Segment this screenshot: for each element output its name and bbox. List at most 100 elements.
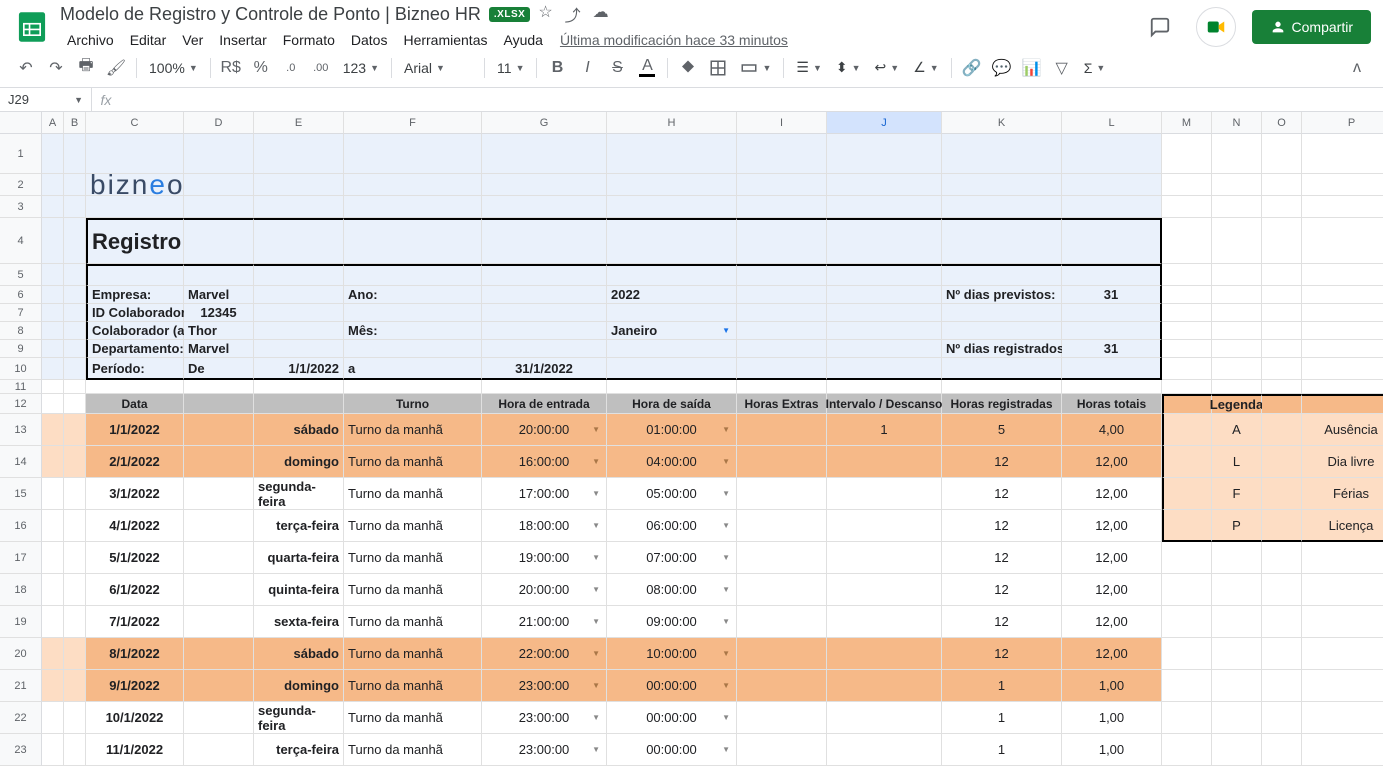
cell[interactable] [42, 196, 64, 218]
sheet-title[interactable]: Registro de horas trabalhadas [86, 218, 184, 264]
cell[interactable]: Turno da manhã [344, 446, 482, 478]
cell[interactable] [1262, 286, 1302, 304]
filter-button[interactable]: ▽ [1048, 54, 1076, 82]
share-button[interactable]: Compartir [1252, 10, 1371, 44]
cell[interactable] [42, 574, 64, 606]
cell[interactable] [42, 394, 64, 414]
cell[interactable] [737, 218, 827, 264]
undo-button[interactable]: ↶ [12, 54, 40, 82]
col-header-I[interactable]: I [737, 112, 827, 134]
cell[interactable] [1212, 134, 1262, 174]
cell[interactable] [607, 196, 737, 218]
cell[interactable] [827, 286, 942, 304]
cell[interactable] [64, 340, 86, 358]
cell[interactable]: 2/1/2022 [86, 446, 184, 478]
cell[interactable]: 31 [1062, 340, 1162, 358]
row-header-7[interactable]: 7 [0, 304, 42, 322]
dropdown-icon[interactable]: ▼ [722, 553, 730, 562]
cell[interactable]: 08:00:00▼ [607, 574, 737, 606]
cell[interactable] [42, 340, 64, 358]
cell[interactable] [827, 510, 942, 542]
cell[interactable]: Nº dias previstos: [942, 286, 1062, 304]
dropdown-icon[interactable]: ▼ [722, 489, 730, 498]
cell[interactable] [344, 196, 482, 218]
spreadsheet-grid[interactable]: ABCDEFGHIJKLMNOPQ 12bizneo34Registro de … [0, 112, 1383, 767]
cell[interactable]: 12,00 [1062, 606, 1162, 638]
row-header-11[interactable]: 11 [0, 380, 42, 394]
cell[interactable]: quarta-feira [254, 542, 344, 574]
cell[interactable] [737, 574, 827, 606]
cell[interactable] [942, 322, 1062, 340]
cell[interactable] [482, 196, 607, 218]
cell[interactable] [827, 734, 942, 766]
cell[interactable]: 6/1/2022 [86, 574, 184, 606]
cell[interactable] [942, 358, 1062, 380]
menu-datos[interactable]: Datos [344, 28, 395, 52]
cell[interactable]: Colaborador (a): [86, 322, 184, 340]
cell[interactable]: 7/1/2022 [86, 606, 184, 638]
cell[interactable]: Turno da manhã [344, 574, 482, 606]
cell[interactable]: Turno da manhã [344, 478, 482, 510]
cell[interactable] [1262, 340, 1302, 358]
cell[interactable]: 22:00:00▼ [482, 638, 607, 670]
merge-button[interactable]: ▼ [734, 55, 777, 81]
cell[interactable]: segunda-feira [254, 478, 344, 510]
cell[interactable] [86, 196, 184, 218]
dropdown-icon[interactable]: ▼ [722, 617, 730, 626]
cell[interactable] [482, 264, 607, 286]
cell[interactable]: Turno da manhã [344, 670, 482, 702]
cell[interactable] [827, 358, 942, 380]
cell[interactable]: Horas totais [1062, 394, 1162, 414]
cell[interactable] [86, 380, 184, 394]
cell[interactable] [1212, 574, 1262, 606]
cell[interactable] [64, 394, 86, 414]
cell[interactable] [1302, 286, 1383, 304]
select-all-corner[interactable] [0, 112, 42, 134]
dropdown-icon[interactable]: ▼ [722, 326, 730, 335]
cell[interactable] [737, 510, 827, 542]
cell[interactable]: 31 [1062, 286, 1162, 304]
row-header-9[interactable]: 9 [0, 340, 42, 358]
cell[interactable] [1162, 174, 1212, 196]
cell[interactable] [607, 304, 737, 322]
cell[interactable] [1262, 574, 1302, 606]
cell[interactable] [42, 734, 64, 766]
cell[interactable] [1212, 638, 1262, 670]
cell[interactable]: sábado [254, 414, 344, 446]
cell[interactable] [184, 394, 254, 414]
cell[interactable] [737, 174, 827, 196]
cell[interactable] [184, 174, 254, 196]
col-header-P[interactable]: P [1302, 112, 1383, 134]
dropdown-icon[interactable]: ▼ [592, 489, 600, 498]
cell[interactable] [737, 358, 827, 380]
cell[interactable] [827, 446, 942, 478]
cell[interactable] [737, 478, 827, 510]
cell[interactable] [64, 174, 86, 196]
cell[interactable] [184, 734, 254, 766]
bold-button[interactable]: B [543, 54, 571, 82]
cell[interactable]: 1/1/2022 [254, 358, 344, 380]
cell[interactable] [1212, 264, 1262, 286]
cell[interactable] [1162, 734, 1212, 766]
cell[interactable] [1302, 606, 1383, 638]
row-header-17[interactable]: 17 [0, 542, 42, 574]
cell[interactable] [1262, 446, 1302, 478]
cell[interactable] [1262, 510, 1302, 542]
cell[interactable] [64, 196, 86, 218]
meet-icon[interactable] [1196, 7, 1236, 47]
cell[interactable] [1262, 264, 1302, 286]
cell[interactable]: 4/1/2022 [86, 510, 184, 542]
cell[interactable] [1302, 638, 1383, 670]
cell[interactable] [737, 638, 827, 670]
cell[interactable] [737, 606, 827, 638]
cell[interactable]: Horas Extras [737, 394, 827, 414]
cell[interactable] [1162, 414, 1212, 446]
cell[interactable] [64, 670, 86, 702]
cell[interactable] [184, 606, 254, 638]
strike-button[interactable]: S [603, 54, 631, 82]
cell[interactable]: 1/1/2022 [86, 414, 184, 446]
cell[interactable]: Turno da manhã [344, 638, 482, 670]
cell[interactable] [1262, 134, 1302, 174]
cell[interactable]: 00:00:00▼ [607, 734, 737, 766]
col-header-G[interactable]: G [482, 112, 607, 134]
